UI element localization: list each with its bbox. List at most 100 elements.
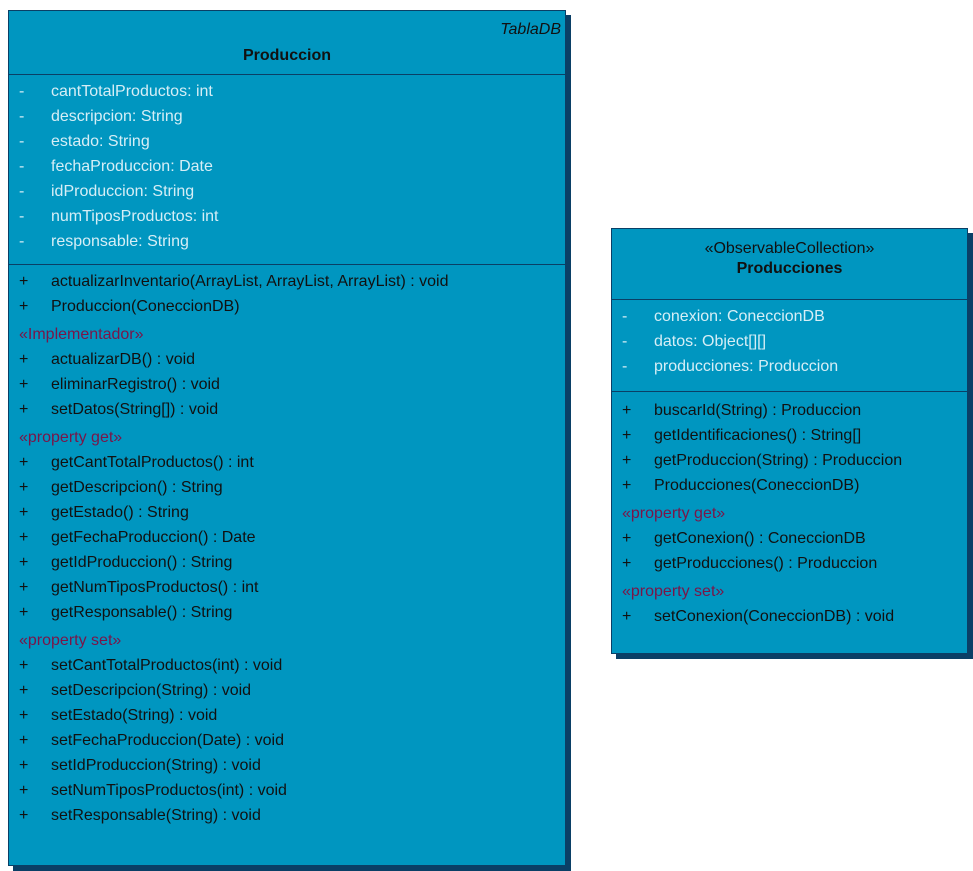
attribute-row: - estado: String (9, 129, 565, 154)
operation-text: setNumTiposProductos(int) : void (51, 782, 287, 799)
operation-text: getIdentificaciones() : String[] (654, 427, 862, 444)
attribute-row: - conexion: ConeccionDB (612, 304, 967, 329)
operation-row: + setCantTotalProductos(int) : void (9, 653, 565, 678)
operation-text: setResponsable(String) : void (51, 807, 261, 824)
stereotype-group-label: «property set» (19, 632, 122, 649)
attribute-row: - datos: Object[][] (612, 329, 967, 354)
operation-row: + setIdProduccion(String) : void (9, 753, 565, 778)
attribute-text: responsable: String (51, 233, 189, 250)
visibility-marker: + (622, 608, 632, 625)
operation-row: + getNumTiposProductos() : int (9, 575, 565, 600)
class-name: Produccion (242, 47, 331, 64)
visibility-marker: + (19, 273, 29, 290)
operation-row: + actualizarInventario(ArrayList, ArrayLi… (9, 269, 565, 294)
visibility-marker: + (19, 298, 29, 315)
operation-text: getProducciones() : Produccion (654, 555, 878, 572)
operation-row: + setFechaProduccion(Date) : void (9, 728, 565, 753)
stereotype-group-label: «property get» (622, 505, 726, 522)
visibility-marker: + (19, 579, 29, 596)
operation-text: setCantTotalProductos(int) : void (51, 657, 283, 674)
operation-text: actualizarDB() : void (51, 351, 196, 368)
visibility-marker: + (19, 504, 29, 521)
visibility-marker: + (622, 555, 632, 572)
visibility-marker: - (19, 108, 25, 125)
class-header: «ObservableCollection» Producciones (612, 229, 967, 300)
attribute-row: - responsable: String (9, 229, 565, 254)
operation-row: + setNumTiposProductos(int) : void (9, 778, 565, 803)
attribute-row: - fechaProduccion: Date (9, 154, 565, 179)
attributes-compartment: - cantTotalProductos: int - descripcion: S… (9, 75, 565, 265)
operation-text: setFechaProduccion(Date) : void (51, 732, 284, 749)
operation-text: getNumTiposProductos() : int (51, 579, 259, 596)
attribute-text: conexion: ConeccionDB (654, 308, 825, 325)
attribute-text: estado: String (51, 133, 150, 150)
operation-row: + getIdentificaciones() : String[] (612, 423, 967, 448)
visibility-marker: - (19, 183, 25, 200)
operation-row: + setDatos(String[]) : void (9, 397, 565, 422)
attribute-row: - descripcion: String (9, 104, 565, 129)
visibility-marker: + (19, 376, 29, 393)
operation-text: eliminarRegistro() : void (51, 376, 220, 393)
attribute-text: producciones: Produccion (654, 358, 839, 375)
visibility-marker: + (622, 530, 632, 547)
visibility-marker: + (622, 452, 632, 469)
operation-row: + getProduccion(String) : Produccion (612, 448, 967, 473)
visibility-marker: + (622, 477, 632, 494)
operation-text: getCantTotalProductos() : int (51, 454, 254, 471)
attribute-text: numTiposProductos: int (51, 208, 219, 225)
class-name: Producciones (736, 260, 843, 277)
visibility-marker: + (19, 479, 29, 496)
operation-row: + buscarId(String) : Produccion (612, 398, 967, 423)
operation-text: setEstado(String) : void (51, 707, 218, 724)
operation-text: getDescripcion() : String (51, 479, 223, 496)
class-box-produccion[interactable]: TablaDB Produccion - cantTotalProductos: … (8, 10, 566, 866)
operation-text: getFechaProduccion() : Date (51, 529, 256, 546)
operation-row: + getEstado() : String (9, 500, 565, 525)
operation-row: + getFechaProduccion() : Date (9, 525, 565, 550)
operation-row: + getProducciones() : Produccion (612, 551, 967, 576)
visibility-marker: + (19, 554, 29, 571)
stereotype-group-label: «Implementador» (19, 326, 144, 343)
operation-text: getResponsable() : String (51, 604, 233, 621)
operation-row: + setConexion(ConeccionDB) : void (612, 604, 967, 629)
operation-row: + getCantTotalProductos() : int (9, 450, 565, 475)
visibility-marker: - (19, 83, 25, 100)
visibility-marker: + (19, 604, 29, 621)
visibility-marker: - (19, 133, 25, 150)
stereotype-group-label: «property get» (19, 429, 123, 446)
class-tag: TablaDB (500, 21, 561, 38)
visibility-marker: + (19, 732, 29, 749)
class-box-producciones[interactable]: «ObservableCollection» Producciones - con… (611, 228, 968, 654)
operation-row: + Producciones(ConeccionDB) (612, 473, 967, 498)
operation-row: + eliminarRegistro() : void (9, 372, 565, 397)
operation-text: getIdProduccion() : String (51, 554, 233, 571)
operation-text: actualizarInventario(ArrayList, ArrayLis… (51, 273, 449, 290)
operation-text: setConexion(ConeccionDB) : void (654, 608, 895, 625)
operation-row: + Produccion(ConeccionDB) (9, 294, 565, 319)
visibility-marker: + (19, 401, 29, 418)
visibility-marker: - (19, 233, 25, 250)
operation-text: getProduccion(String) : Produccion (654, 452, 903, 469)
attribute-text: fechaProduccion: Date (51, 158, 213, 175)
operation-text: setIdProduccion(String) : void (51, 757, 261, 774)
visibility-marker: + (19, 682, 29, 699)
visibility-marker: - (622, 308, 628, 325)
operation-row: + getResponsable() : String (9, 600, 565, 625)
attribute-text: descripcion: String (51, 108, 183, 125)
operation-row: + getConexion() : ConeccionDB (612, 526, 967, 551)
operation-text: Producciones(ConeccionDB) (654, 477, 860, 494)
visibility-marker: + (19, 657, 29, 674)
operation-row: + actualizarDB() : void (9, 347, 565, 372)
visibility-marker: + (19, 529, 29, 546)
visibility-marker: + (19, 782, 29, 799)
visibility-marker: - (19, 158, 25, 175)
class-header: TablaDB Produccion (9, 11, 565, 75)
visibility-marker: + (19, 351, 29, 368)
class-stereotype: «ObservableCollection» (704, 240, 875, 257)
visibility-marker: + (622, 427, 632, 444)
operation-row: + getIdProduccion() : String (9, 550, 565, 575)
operation-text: setDatos(String[]) : void (51, 401, 219, 418)
visibility-marker: - (622, 358, 628, 375)
visibility-marker: + (19, 454, 29, 471)
visibility-marker: + (622, 402, 632, 419)
